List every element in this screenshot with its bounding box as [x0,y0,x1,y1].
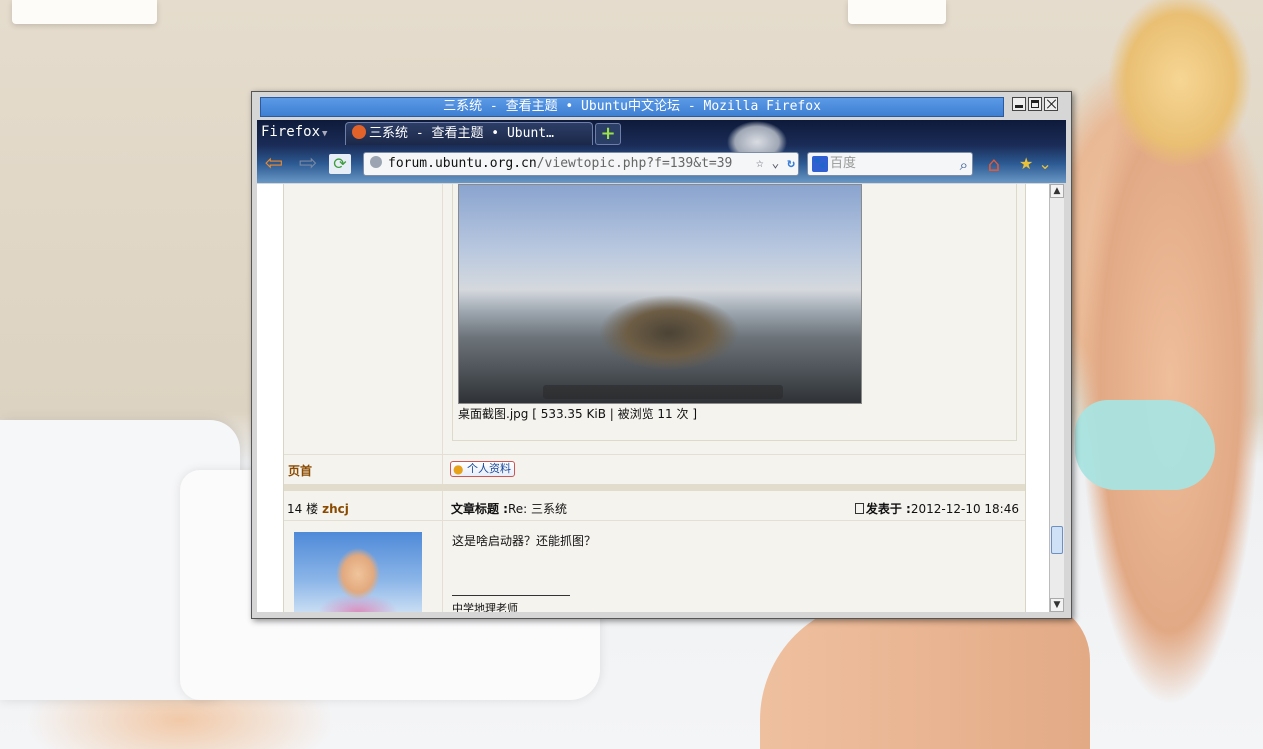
subject-label: 文章标题 : [451,502,508,516]
search-box[interactable]: 🐾 百度 ⌕ [807,152,973,176]
firefox-menu-label: Firefox [261,124,321,140]
vertical-scrollbar[interactable]: ▲ ▼ [1049,184,1064,612]
posted-label: 发表于 : [865,502,911,516]
user-icon: ● [453,462,464,476]
firefox-window: 三系统 - 查看主题 • Ubuntu中文论坛 - Mozilla Firefo… [251,91,1072,619]
home-icon[interactable]: ⌂ [981,152,1007,176]
search-placeholder: 百度 [830,156,857,171]
page-identity-icon[interactable]: ⟳ [329,154,351,174]
back-arrow-icon[interactable]: ⇦ [261,152,287,176]
bookmark-star-icon[interactable]: ★ ⌄ [1019,152,1055,176]
avatar[interactable] [294,532,422,612]
author-link[interactable]: zhcj [322,502,349,516]
subject-text: Re: 三系统 [507,502,568,516]
star-icon[interactable]: ☆ [756,156,764,171]
tab-title: 三系统 - 查看主题 • Ubunt… [369,126,554,141]
forward-arrow-icon[interactable]: ⇨ [295,152,321,176]
wallpaper-lamp [848,0,946,24]
desktop-dock [543,385,783,399]
url-host: forum.ubuntu.org.cn [388,156,537,171]
posted-time: 2012-12-10 18:46 [910,502,1019,516]
url-path: /viewtopic.php?f=139&t=39 [536,156,733,171]
scroll-up-arrow-icon[interactable]: ▲ [1050,184,1064,198]
window-title[interactable]: 三系统 - 查看主题 • Ubuntu中文论坛 - Mozilla Firefo… [260,97,1004,117]
profile-button-label: 个人资料 [467,462,511,475]
post-icon [854,503,864,514]
close-button[interactable] [1044,97,1058,111]
reload-icon[interactable]: ↻ [787,156,795,171]
wallpaper-figure [760,600,1090,749]
wallpaper-figure [1070,0,1263,749]
dropdown-icon[interactable]: ⌄ [772,156,780,171]
tab-active[interactable]: 三系统 - 查看主题 • Ubunt… [345,122,593,145]
attachment-caption: 桌面截图.jpg [ 533.35 KiB | 被浏览 11 次 ] [458,407,697,421]
post-floor: 14 楼 zhcj [287,500,349,517]
window-controls [1012,97,1058,111]
browser-toolbar: Firefox ▼ 三系统 - 查看主题 • Ubunt… + ⇦ ⇨ ⟳ for… [257,120,1066,183]
scroll-thumb[interactable] [1051,526,1063,554]
divider [284,520,1025,521]
tab-strip: Firefox ▼ 三系统 - 查看主题 • Ubunt… + [257,120,1066,146]
divider [284,454,1025,455]
divider [442,454,443,612]
globe-icon [370,156,382,168]
floor-number: 14 楼 [287,502,319,516]
post-subject: 文章标题 :Re: 三系统 [451,500,567,517]
url-actions: ☆ ⌄ ↻ [752,153,795,175]
ubuntu-favicon-icon [352,125,366,139]
forum-post-area: 桌面截图.jpg [ 533.35 KiB | 被浏览 11 次 ] 页首 ● 个… [283,184,1026,612]
wallpaper-figure [1075,400,1215,490]
post-separator [284,484,1025,491]
new-tab-button[interactable]: + [595,123,621,145]
minimize-button[interactable] [1012,97,1026,111]
profile-button[interactable]: ● 个人资料 [450,461,515,477]
baidu-engine-icon[interactable]: 🐾 [812,156,828,172]
page-viewport: 桌面截图.jpg [ 533.35 KiB | 被浏览 11 次 ] 页首 ● 个… [257,184,1049,612]
navigation-bar: ⇦ ⇨ ⟳ forum.ubuntu.org.cn/viewtopic.php?… [257,148,1066,181]
magnifier-icon[interactable]: ⌕ [960,154,968,176]
post-body: 这是啥启动器？还能抓图？ [452,534,597,548]
scroll-down-arrow-icon[interactable]: ▼ [1050,598,1064,612]
wallpaper-lamp [12,0,157,24]
signature-divider [452,595,570,596]
chevron-down-icon: ▼ [322,129,328,139]
firefox-menu-button[interactable]: Firefox ▼ [261,124,327,140]
maximize-button[interactable] [1028,97,1042,111]
page-top-link[interactable]: 页首 [288,462,312,479]
signature: 中学地理老师 [452,602,518,612]
url-bar[interactable]: forum.ubuntu.org.cn/viewtopic.php?f=139&… [363,152,799,176]
post-date: 发表于 :2012-12-10 18:46 [854,500,1019,517]
post-author-column [284,184,443,454]
attachment-image[interactable] [458,184,862,404]
